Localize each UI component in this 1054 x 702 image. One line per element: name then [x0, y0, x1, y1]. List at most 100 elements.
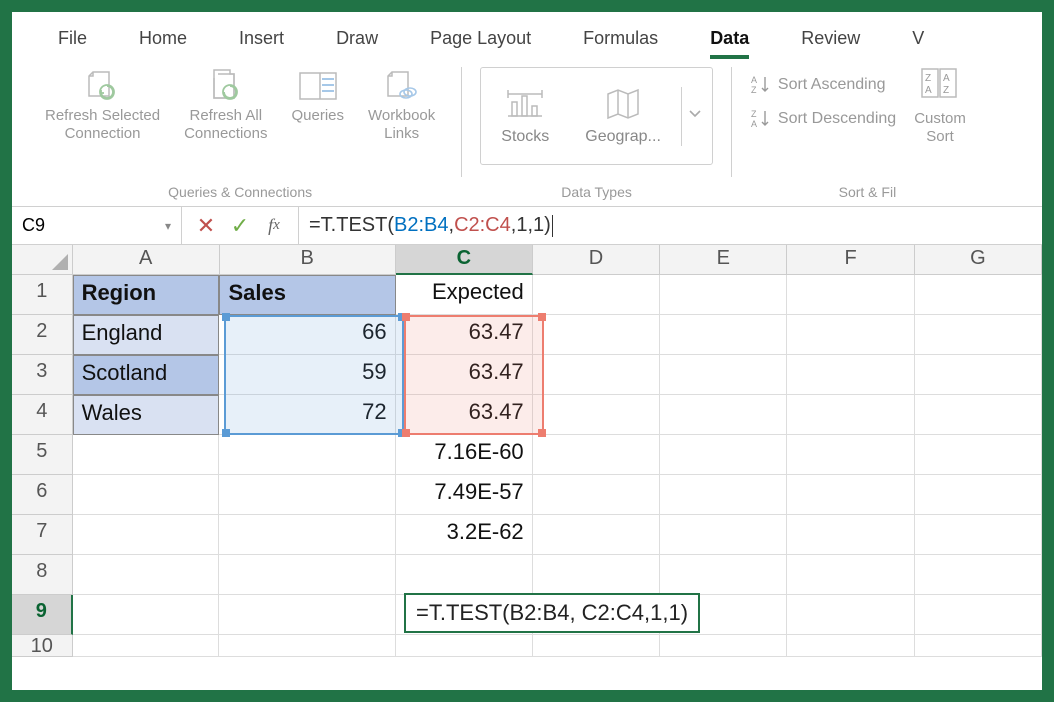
- cell-E4[interactable]: [660, 395, 787, 435]
- col-header-B[interactable]: B: [220, 245, 396, 275]
- cell-D4[interactable]: [533, 395, 660, 435]
- tab-draw[interactable]: Draw: [310, 20, 404, 57]
- cell-E2[interactable]: [660, 315, 787, 355]
- cell-B8[interactable]: [219, 555, 395, 595]
- row-header-6[interactable]: 6: [12, 475, 73, 515]
- fx-icon[interactable]: fx: [264, 216, 284, 236]
- geography-button[interactable]: Geograp...: [569, 82, 677, 150]
- cell-B7[interactable]: [219, 515, 395, 555]
- cell-G8[interactable]: [915, 555, 1042, 595]
- row-header-10[interactable]: 10: [12, 635, 73, 657]
- cell-F8[interactable]: [787, 555, 914, 595]
- cell-F10[interactable]: [787, 635, 914, 657]
- name-box[interactable]: ▾: [12, 207, 182, 244]
- row-header-3[interactable]: 3: [12, 355, 73, 395]
- row-header-5[interactable]: 5: [12, 435, 73, 475]
- cell-D3[interactable]: [533, 355, 660, 395]
- tab-home[interactable]: Home: [113, 20, 213, 57]
- cell-E7[interactable]: [660, 515, 787, 555]
- cell-E5[interactable]: [660, 435, 787, 475]
- cell-B9[interactable]: [219, 595, 395, 635]
- col-header-G[interactable]: G: [915, 245, 1042, 275]
- cell-E1[interactable]: [660, 275, 787, 315]
- cell-A10[interactable]: [73, 635, 220, 657]
- cell-C2[interactable]: 63.47: [396, 315, 533, 355]
- cell-C1[interactable]: Expected: [396, 275, 533, 315]
- cell-G10[interactable]: [915, 635, 1042, 657]
- cell-G3[interactable]: [915, 355, 1042, 395]
- name-box-input[interactable]: [22, 215, 122, 236]
- stocks-button[interactable]: Stocks: [485, 82, 565, 150]
- sort-ascending-button[interactable]: AZ Sort Ascending: [750, 75, 896, 95]
- cell-B3[interactable]: 59: [219, 355, 395, 395]
- accept-icon[interactable]: ✓: [230, 216, 250, 236]
- tab-formulas[interactable]: Formulas: [557, 20, 684, 57]
- cell-A5[interactable]: [73, 435, 220, 475]
- col-header-D[interactable]: D: [533, 245, 660, 275]
- cell-E8[interactable]: [660, 555, 787, 595]
- cell-D6[interactable]: [533, 475, 660, 515]
- cell-G6[interactable]: [915, 475, 1042, 515]
- refresh-all-button[interactable]: Refresh AllConnections: [176, 67, 275, 143]
- spreadsheet-grid[interactable]: A B C D E F G 1 Region Sales Expected 2: [12, 245, 1042, 657]
- cell-A9[interactable]: [73, 595, 220, 635]
- cell-A6[interactable]: [73, 475, 220, 515]
- row-header-9[interactable]: 9: [12, 595, 73, 635]
- cell-C7[interactable]: 3.2E-62: [396, 515, 533, 555]
- cell-D8[interactable]: [533, 555, 660, 595]
- row-header-1[interactable]: 1: [12, 275, 73, 315]
- cell-A4[interactable]: Wales: [73, 395, 220, 435]
- cell-G4[interactable]: [915, 395, 1042, 435]
- cell-B6[interactable]: [219, 475, 395, 515]
- cell-B1[interactable]: Sales: [219, 275, 395, 315]
- cell-A8[interactable]: [73, 555, 220, 595]
- cell-A2[interactable]: England: [73, 315, 220, 355]
- cell-F5[interactable]: [787, 435, 914, 475]
- custom-sort-button[interactable]: ZAAZ CustomSort: [908, 67, 972, 146]
- cell-B10[interactable]: [219, 635, 395, 657]
- cell-D5[interactable]: [533, 435, 660, 475]
- cell-D1[interactable]: [533, 275, 660, 315]
- cell-C8[interactable]: [396, 555, 533, 595]
- cell-C6[interactable]: 7.49E-57: [396, 475, 533, 515]
- data-types-expand[interactable]: [681, 87, 708, 146]
- select-all-corner[interactable]: [12, 245, 73, 275]
- cell-G9[interactable]: [915, 595, 1042, 635]
- workbook-links-button[interactable]: WorkbookLinks: [360, 67, 443, 143]
- sort-descending-button[interactable]: ZA Sort Descending: [750, 109, 896, 129]
- cell-B4[interactable]: 72: [219, 395, 395, 435]
- cell-D10[interactable]: [533, 635, 660, 657]
- row-header-7[interactable]: 7: [12, 515, 73, 555]
- tab-page-layout[interactable]: Page Layout: [404, 20, 557, 57]
- cell-F7[interactable]: [787, 515, 914, 555]
- cell-C5[interactable]: 7.16E-60: [396, 435, 533, 475]
- in-cell-formula-editor[interactable]: =T.TEST(B2:B4, C2:C4,1,1): [404, 593, 700, 633]
- cell-G7[interactable]: [915, 515, 1042, 555]
- cell-E3[interactable]: [660, 355, 787, 395]
- cell-G5[interactable]: [915, 435, 1042, 475]
- cell-F3[interactable]: [787, 355, 914, 395]
- cell-A7[interactable]: [73, 515, 220, 555]
- cell-A3[interactable]: Scotland: [73, 355, 220, 395]
- cell-G2[interactable]: [915, 315, 1042, 355]
- cell-B2[interactable]: 66: [219, 315, 395, 355]
- row-header-4[interactable]: 4: [12, 395, 73, 435]
- cell-F6[interactable]: [787, 475, 914, 515]
- formula-input[interactable]: =T.TEST(B2:B4, C2:C4,1,1): [299, 207, 1042, 244]
- tab-view-truncated[interactable]: V: [886, 20, 950, 57]
- tab-review[interactable]: Review: [775, 20, 886, 57]
- row-header-2[interactable]: 2: [12, 315, 73, 355]
- col-header-A[interactable]: A: [73, 245, 220, 275]
- cell-B5[interactable]: [219, 435, 395, 475]
- cell-C4[interactable]: 63.47: [396, 395, 533, 435]
- cell-F2[interactable]: [787, 315, 914, 355]
- cell-A1[interactable]: Region: [73, 275, 220, 315]
- refresh-selected-button[interactable]: Refresh SelectedConnection: [37, 67, 168, 143]
- cell-F4[interactable]: [787, 395, 914, 435]
- tab-insert[interactable]: Insert: [213, 20, 310, 57]
- cell-E10[interactable]: [660, 635, 787, 657]
- cell-G1[interactable]: [915, 275, 1042, 315]
- cell-C3[interactable]: 63.47: [396, 355, 533, 395]
- col-header-E[interactable]: E: [660, 245, 787, 275]
- name-box-dropdown-icon[interactable]: ▾: [165, 219, 171, 233]
